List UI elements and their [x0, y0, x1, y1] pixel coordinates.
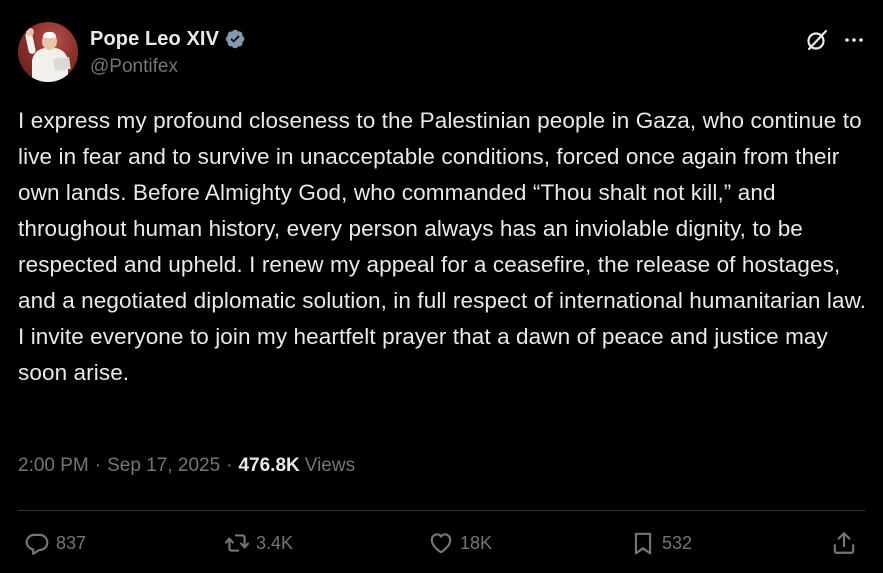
- reply-count: 837: [56, 532, 87, 553]
- more-icon[interactable]: [843, 29, 865, 51]
- bookmark-button[interactable]: 532: [630, 530, 692, 556]
- meta-separator: ·: [226, 455, 233, 476]
- author-display-name[interactable]: Pope Leo XIV: [90, 28, 219, 51]
- name-row: Pope Leo XIV: [90, 26, 246, 52]
- reply-icon: [25, 533, 49, 555]
- tweet-header: Pope Leo XIV @Pontifex: [18, 22, 865, 84]
- repost-button[interactable]: 3.4K: [224, 530, 293, 556]
- share-button[interactable]: [831, 530, 857, 556]
- avatar[interactable]: [18, 22, 78, 82]
- heart-icon: [430, 533, 452, 554]
- divider: [18, 510, 865, 511]
- reply-button[interactable]: 837: [24, 530, 86, 556]
- meta-separator: ·: [94, 455, 102, 476]
- avatar-cap: [43, 32, 56, 38]
- like-count: 18K: [460, 532, 493, 553]
- views-label: Views: [304, 455, 356, 476]
- avatar-paper: [53, 56, 71, 72]
- bookmark-icon: [634, 532, 652, 555]
- like-button[interactable]: 18K: [428, 530, 492, 556]
- header-actions: [805, 28, 865, 52]
- author-handle[interactable]: @Pontifex: [90, 56, 246, 78]
- tweet-time[interactable]: 2:00 PM: [18, 455, 89, 477]
- tweet-text: I express my profound closeness to the P…: [18, 108, 867, 385]
- repost-icon: [224, 534, 250, 552]
- tweet-date[interactable]: Sep 17, 2025: [107, 455, 220, 477]
- bookmark-count: 532: [662, 532, 693, 553]
- avatar-hand: [26, 28, 34, 36]
- author-block: Pope Leo XIV @Pontifex: [90, 26, 246, 78]
- share-icon: [833, 532, 855, 554]
- tweet-meta: 2:00 PM · Sep 17, 2025 · 476.8K Views: [18, 455, 355, 477]
- repost-count: 3.4K: [256, 532, 294, 553]
- action-bar: 837 3.4K 18K 532: [24, 530, 857, 560]
- grok-icon[interactable]: [805, 28, 829, 52]
- views-count[interactable]: 476.8K: [238, 455, 299, 477]
- verified-badge-icon[interactable]: [224, 28, 246, 50]
